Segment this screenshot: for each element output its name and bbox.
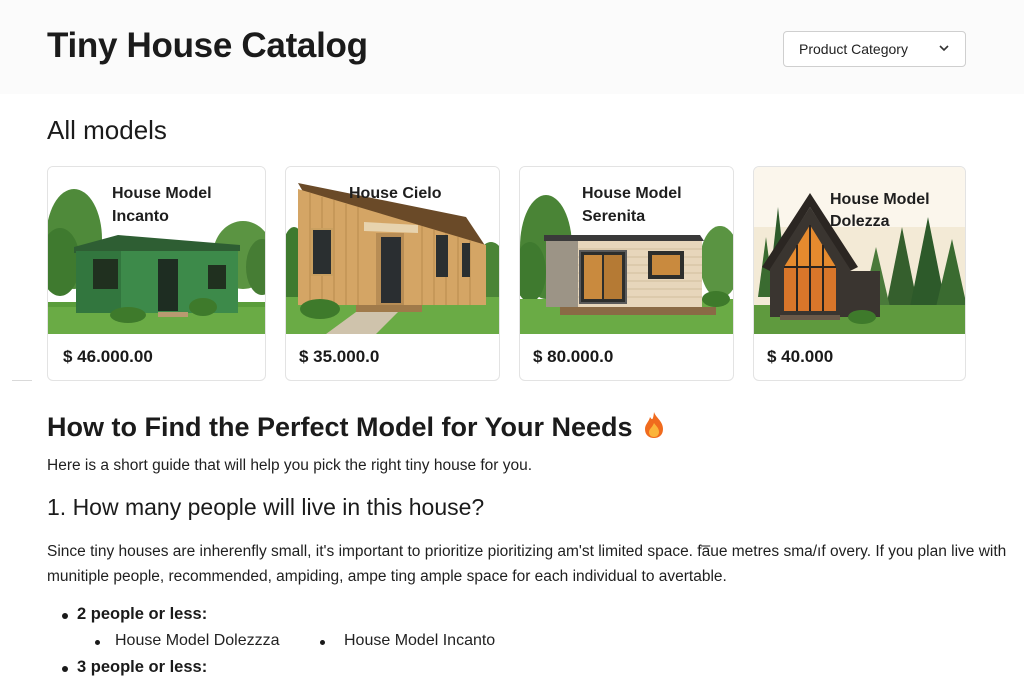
- bullet: [62, 666, 68, 672]
- card-name-incanto-line2: Incanto: [112, 208, 169, 225]
- guide-heading-text: How to Find the Perfect Model for Your N…: [47, 412, 633, 442]
- product-card-incanto[interactable]: House Model Incanto $ 46.000.00: [47, 166, 266, 381]
- card-price-dolezza: $ 40.000: [767, 347, 834, 366]
- group-label-3-people: 3 people or less:: [77, 658, 208, 676]
- card-name-dolezza-line1: House Model: [830, 191, 930, 208]
- question-1-heading: 1. How many people will live in this hou…: [47, 494, 485, 520]
- card-name-incanto-line1: House Model: [112, 185, 212, 202]
- card-name-serenita-line2: Serenita: [582, 208, 646, 225]
- fire-icon: [644, 412, 663, 438]
- bullet: [95, 640, 100, 645]
- chevron-down-icon: [939, 45, 949, 52]
- product-card-dolezza[interactable]: House Model Dolezza $ 40.000: [753, 166, 966, 381]
- card-name-dolezza-line2: Dolezza: [830, 213, 890, 230]
- all-models-heading: All models: [47, 115, 167, 145]
- product-card-serenita[interactable]: House Model Serenita $ 80.000.0: [519, 166, 734, 381]
- card-name-serenita-line1: House Model: [582, 185, 682, 202]
- group-item-incanto[interactable]: House Model Incanto: [344, 632, 495, 650]
- product-category-label: Product Category: [799, 41, 908, 57]
- card-price-serenita: $ 80.000.0: [533, 347, 614, 366]
- guide-heading: How to Find the Perfect Model for Your N…: [47, 411, 667, 443]
- product-category-select[interactable]: Product Category: [783, 31, 966, 67]
- bullet: [320, 640, 325, 645]
- card-name-cielo: House Cielo: [349, 185, 442, 202]
- card-price-cielo: $ 35.000.0: [299, 347, 380, 366]
- group-item-dolezza[interactable]: House Model Dolezzza: [115, 632, 280, 650]
- site-title: Tiny House Catalog: [47, 26, 368, 65]
- divider: [12, 380, 32, 381]
- product-card-cielo[interactable]: House Cielo $ 35.000.0: [285, 166, 500, 381]
- guide-intro: Here is a short guide that will help you…: [47, 457, 533, 474]
- bullet: [62, 613, 68, 619]
- card-price-incanto: $ 46.000.00: [63, 347, 153, 366]
- question-1-paragraph: Since tiny houses are inherenfly small, …: [47, 543, 1007, 585]
- group-label-2-people: 2 people or less:: [77, 605, 208, 623]
